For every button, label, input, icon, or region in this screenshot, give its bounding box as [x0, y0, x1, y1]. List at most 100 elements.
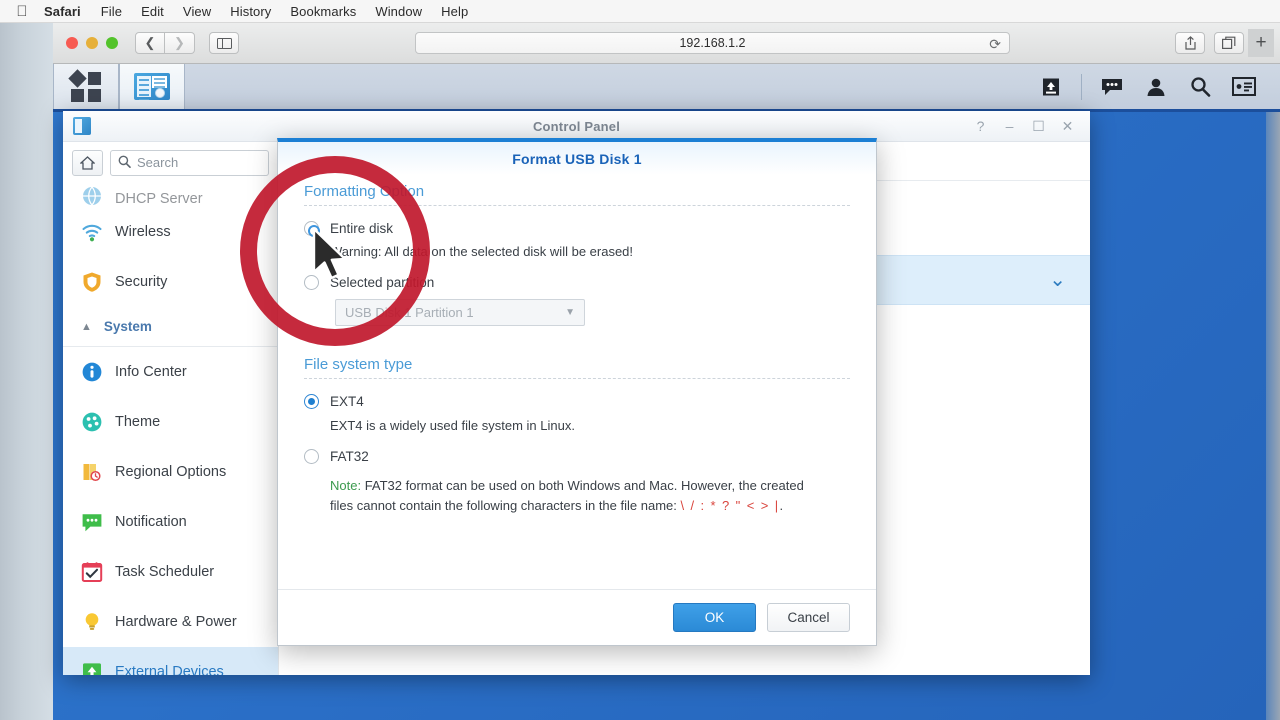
hardware-power-icon [81, 611, 103, 633]
dhcp-server-icon [81, 185, 103, 207]
notifications-icon[interactable] [1090, 63, 1134, 111]
close-button[interactable]: ✕ [1061, 119, 1074, 133]
sidebar-item-dhcp-server[interactable]: DHCP Server [63, 183, 278, 207]
dialog-footer: OK Cancel [278, 589, 876, 645]
sidebar-item-label: Regional Options [115, 464, 227, 480]
sidebar-item-notification[interactable]: Notification [63, 497, 278, 547]
radio-entire-disk[interactable]: Entire disk [304, 221, 850, 237]
dialog-body: Formatting Option Entire disk Warning: A… [278, 175, 876, 516]
minimize-window-button[interactable] [86, 37, 98, 49]
info-center-icon [81, 361, 103, 383]
note-forbidden-chars: \ / : * ? " < > | [680, 498, 780, 514]
desktop-backdrop [0, 23, 56, 720]
note-text-part-2: files cannot contain the following chara… [330, 498, 681, 514]
forward-button[interactable]: ❯ [165, 32, 195, 54]
control-panel-sidebar: Search DHCP Server Wireless Security ▲ S… [63, 142, 279, 675]
sidebar-item-label: External Devices [115, 664, 224, 675]
window-traffic-lights [66, 37, 118, 49]
note-period: . [779, 498, 784, 514]
notification-icon [81, 511, 103, 533]
macos-menu-bar:  Safari File Edit View History Bookmark… [0, 0, 1280, 23]
menu-item-file[interactable]: File [101, 4, 122, 19]
search-icon [118, 155, 131, 171]
search-input[interactable]: Search [110, 149, 269, 176]
apple-menu-icon[interactable]:  [14, 3, 30, 20]
show-tabs-button[interactable] [1214, 32, 1244, 54]
share-icon [1184, 36, 1196, 50]
regional-options-icon [81, 461, 103, 483]
sidebar-toggle-button[interactable] [209, 32, 239, 54]
sidebar-item-label: Hardware & Power [115, 614, 237, 630]
cancel-button[interactable]: Cancel [767, 603, 850, 632]
note-text-part-1: FAT32 format can be used on both Windows… [361, 478, 804, 493]
sidebar-item-label: Security [115, 274, 168, 290]
page-title: Control Panel [532, 118, 621, 134]
user-account-icon[interactable] [1134, 63, 1178, 111]
dsm-main-menu-button[interactable] [53, 64, 119, 109]
navigation-buttons: ❮ ❯ [135, 32, 195, 54]
home-button[interactable] [72, 149, 103, 176]
menu-item-edit[interactable]: Edit [141, 4, 164, 19]
section-divider [304, 205, 850, 206]
menu-item-help[interactable]: Help [441, 4, 468, 19]
dialog-title: Format USB Disk 1 [512, 150, 642, 167]
security-shield-icon [81, 271, 103, 293]
maximize-button[interactable]: ☐ [1032, 119, 1045, 133]
radio-label: Selected partition [330, 274, 435, 290]
partition-select[interactable]: USB Disk 1 Partition 1 ▼ [335, 298, 585, 326]
share-button[interactable] [1175, 32, 1205, 54]
formatting-option-heading: Formatting Option [304, 183, 425, 200]
sidebar-item-security[interactable]: Security [63, 257, 278, 307]
new-tab-button[interactable]: + [1248, 29, 1274, 57]
chevron-down-icon[interactable]: ⌄ [1049, 270, 1066, 290]
safari-right-tools [1175, 32, 1244, 54]
search-placeholder: Search [137, 155, 179, 170]
close-window-button[interactable] [66, 37, 78, 49]
radio-ext4[interactable]: EXT4 [304, 393, 850, 409]
fat32-note: Note: FAT32 format can be used on both W… [304, 476, 850, 516]
sidebar-group-label: System [103, 319, 152, 334]
radio-button-icon[interactable] [304, 449, 319, 464]
sidebar-item-hardware-power[interactable]: Hardware & Power [63, 597, 278, 647]
radio-button-icon[interactable] [304, 221, 320, 237]
radio-button-icon[interactable] [304, 274, 319, 290]
menu-item-bookmarks[interactable]: Bookmarks [290, 4, 356, 19]
minimize-button[interactable]: – [1003, 119, 1016, 133]
search-icon[interactable] [1178, 63, 1222, 111]
menu-item-window[interactable]: Window [375, 4, 422, 19]
radio-fat32[interactable]: FAT32 [304, 449, 850, 464]
control-panel-icon [134, 73, 170, 100]
sidebar-item-task-scheduler[interactable]: Task Scheduler [63, 547, 278, 597]
ok-button[interactable]: OK [673, 603, 756, 632]
sidebar-group-system[interactable]: ▲ System [63, 307, 278, 347]
wireless-icon [81, 221, 103, 243]
menu-item-view[interactable]: View [183, 4, 211, 19]
taskbar-divider [1081, 73, 1082, 100]
radio-button-icon[interactable] [304, 393, 319, 409]
theme-palette-icon [81, 411, 103, 433]
help-button[interactable]: ? [974, 119, 987, 133]
address-bar[interactable]: 192.168.1.2 ⟳ [415, 32, 1010, 54]
upload-queue-icon[interactable] [1029, 63, 1073, 111]
sidebar-item-regional-options[interactable]: Regional Options [63, 447, 278, 497]
back-button[interactable]: ❮ [135, 32, 165, 54]
menu-item-history[interactable]: History [230, 4, 271, 19]
url-text: 192.168.1.2 [679, 36, 746, 50]
radio-selected-partition[interactable]: Selected partition [304, 274, 850, 290]
radio-label: FAT32 [330, 449, 369, 464]
sidebar-item-wireless[interactable]: Wireless [63, 207, 278, 257]
sidebar-nav-list: DHCP Server Wireless Security ▲ System I… [63, 183, 278, 675]
widgets-icon[interactable] [1222, 63, 1266, 111]
sidebar-search-row: Search [63, 142, 278, 183]
sidebar-item-external-devices[interactable]: External Devices [63, 647, 278, 675]
menu-item-safari[interactable]: Safari [44, 4, 81, 19]
show-tabs-icon [1222, 36, 1236, 50]
external-devices-icon [81, 661, 103, 675]
sidebar-item-theme[interactable]: Theme [63, 397, 278, 447]
sidebar-item-info-center[interactable]: Info Center [63, 347, 278, 397]
reload-icon[interactable]: ⟳ [989, 36, 1001, 52]
chevron-down-icon: ▼ [565, 306, 575, 318]
file-system-type-heading: File system type [304, 355, 413, 373]
taskbar-item-control-panel[interactable] [119, 64, 185, 109]
zoom-window-button[interactable] [106, 37, 118, 49]
